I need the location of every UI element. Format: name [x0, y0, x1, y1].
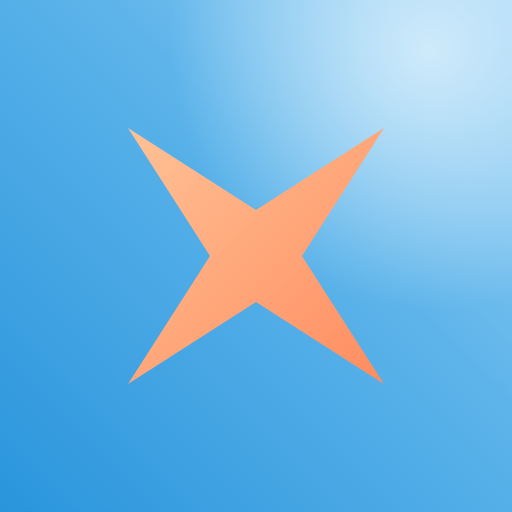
- app-icon-tile: [0, 0, 512, 512]
- app-icon-graphic: [0, 0, 512, 512]
